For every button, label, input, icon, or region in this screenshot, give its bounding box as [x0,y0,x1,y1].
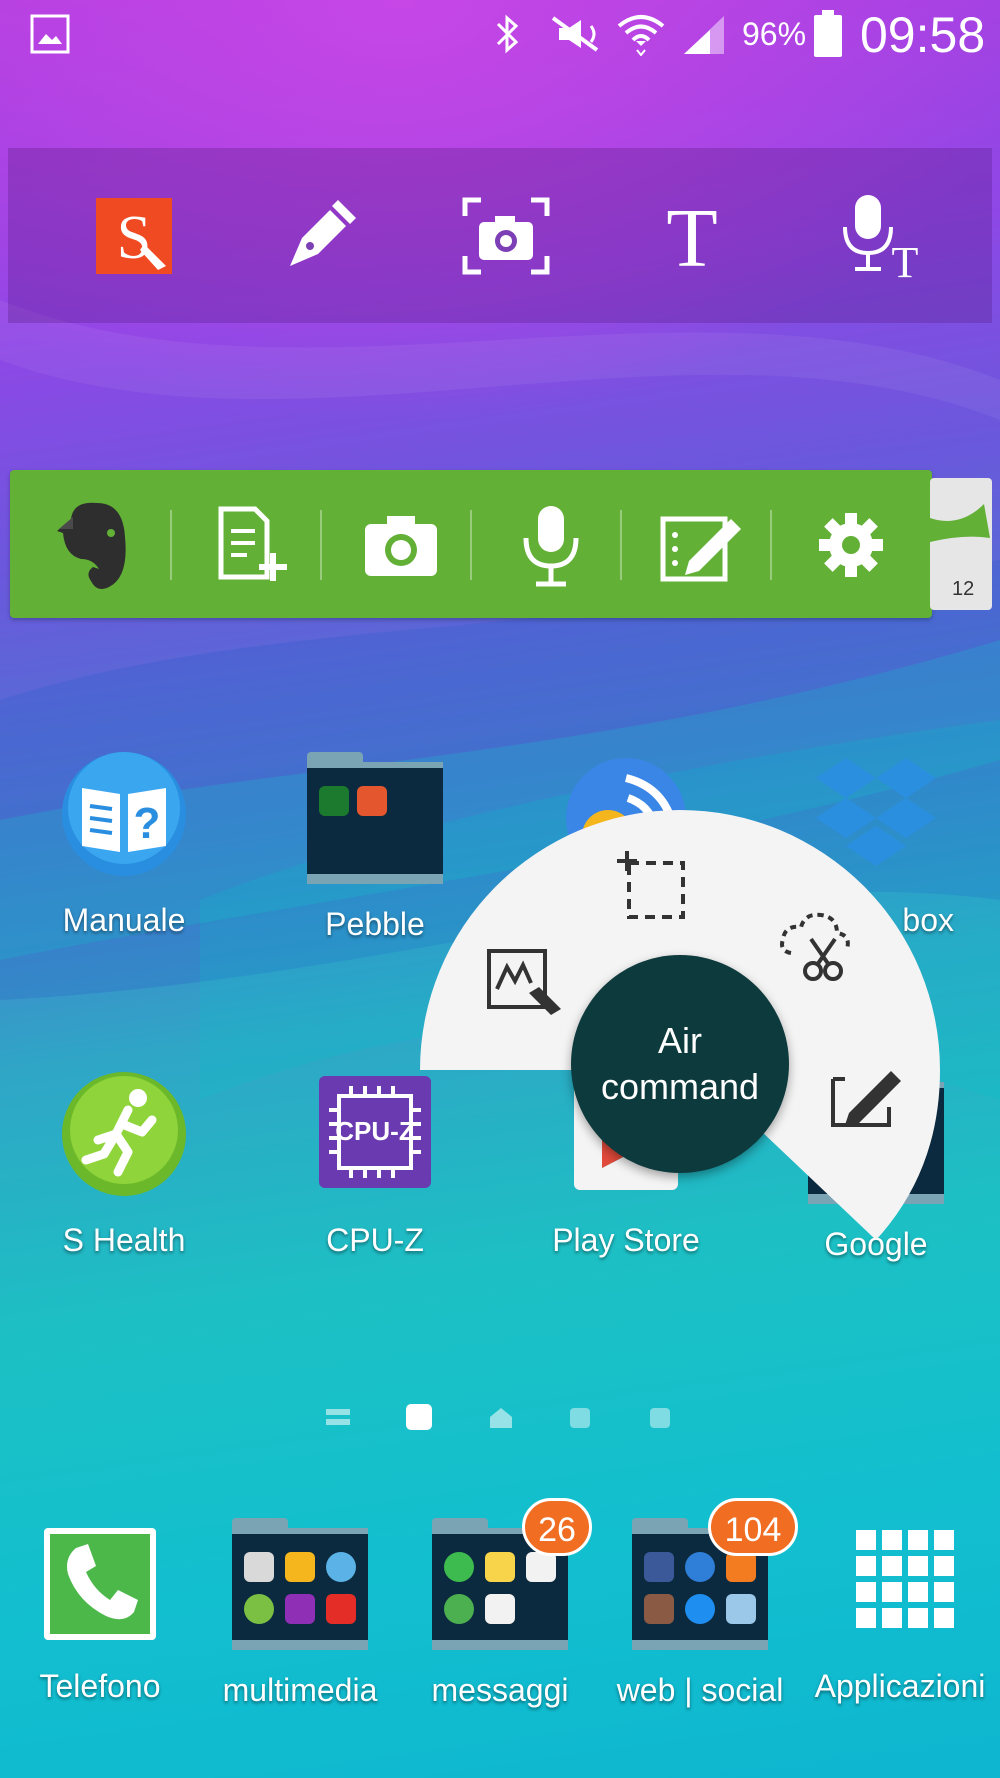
gmail-app-icon [526,1552,556,1582]
evernote-settings-button[interactable] [796,490,906,600]
messenger-app-icon [685,1594,715,1624]
wifi-icon [617,15,665,56]
status-bar: 96% 09:58 [0,0,1000,70]
app-label: S Health [62,1222,186,1258]
sketch-button[interactable] [646,490,756,600]
evernote-open-button[interactable] [40,490,150,600]
smart-select-button[interactable] [606,840,696,930]
image-clip-button[interactable] [770,900,860,990]
action-memo-button[interactable] [480,940,570,1030]
tweetbot-app-icon [726,1594,756,1624]
notification-badge: 26 [522,1498,592,1556]
svg-text:S: S [117,204,151,272]
pen-icon [290,200,356,266]
horn-icon [930,504,990,542]
clock: 09:58 [860,7,986,63]
divider [320,510,322,580]
screen-capture-button[interactable] [458,188,554,284]
app-label: Manuale [62,902,186,938]
settings-icon [819,513,883,577]
svg-text:?: ? [134,799,161,848]
dock-telefono[interactable]: Telefono [0,1514,200,1705]
microphone-icon [523,506,579,587]
app-label: messaggi [431,1672,569,1708]
divider [620,510,622,580]
voice-to-text-icon: T [843,195,919,281]
dock-folder-multimedia[interactable]: multimedia [200,1514,400,1709]
pen-button[interactable] [272,188,368,284]
evernote-widget [10,470,932,618]
air-command-label-line2: command [600,1066,760,1107]
pen-window-toolbar: S T T [8,148,992,323]
app-manuale[interactable]: ? Manuale [24,748,224,939]
side-widget[interactable]: 12 [930,478,992,610]
gallery-notification-icon[interactable] [30,14,70,54]
folder-icon [232,1518,368,1650]
screen-write-icon [831,1071,901,1127]
battery-icon [814,10,842,57]
app-label: Applicazioni [814,1668,986,1704]
text-button[interactable]: T [644,188,740,284]
air-command-label-line1: Air [658,1020,702,1061]
page-indicator-dot[interactable] [650,1408,670,1428]
instagram-app-icon [644,1594,674,1624]
email2-app-icon [485,1594,515,1624]
dock-applicazioni[interactable]: Applicazioni [800,1514,1000,1705]
camera-app-icon [244,1552,274,1582]
music-app-icon [326,1552,356,1582]
action-memo-icon [487,949,561,1015]
video-app-icon [285,1594,315,1624]
s-health-icon [62,1072,186,1196]
sketch-icon [660,516,741,582]
divider [470,510,472,580]
phone-icon [44,1528,156,1640]
browser-app-icon [685,1552,715,1582]
app-drawer-icon [856,1530,954,1628]
pebble-app-icon [319,786,349,816]
notification-badge: 104 [708,1498,798,1556]
app-label: Telefono [39,1668,161,1704]
camera-icon [365,516,437,576]
s-note-icon: S [96,198,172,274]
hangouts-app-icon [444,1594,474,1624]
divider [770,510,772,580]
mute-icon [551,16,599,52]
microphone-button[interactable] [496,490,606,600]
battery-percent: 96% [742,16,807,52]
smart-select-icon [617,851,685,919]
app-s-health[interactable]: S Health [24,1068,224,1259]
home-page-indicator[interactable] [488,1406,514,1430]
page-indicator-current[interactable] [406,1404,432,1430]
signal-icon [684,16,724,54]
svg-text:T: T [666,196,717,276]
s-note-button[interactable]: S [86,188,182,284]
text-icon: T [666,196,717,276]
image-clip-icon [780,912,850,981]
new-note-icon [218,506,287,581]
voice-to-text-button[interactable]: T [830,188,926,284]
camera-button[interactable] [346,490,456,600]
bluetooth-icon [496,14,519,54]
email-app-icon [485,1552,515,1582]
air-command-button[interactable]: Air command [571,955,789,1173]
app-label: multimedia [222,1672,378,1708]
spotify-app-icon [244,1594,274,1624]
gallery-app-icon [285,1552,315,1582]
youtube-app-icon [326,1594,356,1624]
side-widget-count: 12 [952,578,975,600]
manual-icon: ? [62,752,186,876]
page-indicator-dot[interactable] [570,1408,590,1428]
screen-write-button[interactable] [820,1050,910,1140]
screen-capture-icon [462,197,550,275]
whatsapp-app-icon [444,1552,474,1582]
svg-text:T: T [892,238,919,281]
pebble-hello-icon [357,786,387,816]
briefing-page-indicator[interactable] [326,1406,350,1428]
app-label: web | social [616,1672,784,1708]
new-note-button[interactable] [196,490,306,600]
evernote-logo-icon [57,502,126,589]
facebook-app-icon [644,1552,674,1582]
divider [170,510,172,580]
